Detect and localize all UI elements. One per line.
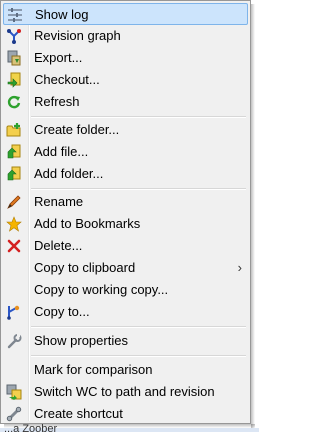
menu-item-delete[interactable]: Delete...	[3, 235, 248, 257]
revision-graph-icon	[5, 27, 23, 45]
menu-item-label: Checkout...	[34, 72, 100, 87]
menu-item-add-folder[interactable]: Add folder...	[3, 163, 248, 185]
menu-item-revision-graph[interactable]: Revision graph	[3, 25, 248, 47]
menu-item-label: Add folder...	[34, 166, 104, 181]
menu-item-label: Copy to...	[34, 304, 90, 319]
refresh-icon	[5, 93, 23, 111]
menu-item-label: Refresh	[34, 94, 80, 109]
menu-item-checkout[interactable]: Checkout...	[3, 69, 248, 91]
menu-item-export[interactable]: Export...	[3, 47, 248, 69]
menu-separator	[31, 326, 246, 328]
background-window-text: ...a Zoober	[4, 424, 58, 432]
copy-to-icon	[5, 303, 23, 321]
menu-item-copy-to-clipboard[interactable]: Copy to clipboard ›	[3, 257, 248, 279]
menu-item-label: Mark for comparison	[34, 362, 153, 377]
rename-icon	[5, 193, 23, 211]
menu-item-label: Add file...	[34, 144, 89, 159]
menu-item-copy-to[interactable]: Copy to...	[3, 301, 248, 323]
menu-shadow-right	[251, 4, 255, 428]
checkout-icon	[5, 71, 23, 89]
menu-item-copy-to-working-copy[interactable]: Copy to working copy...	[3, 279, 248, 301]
menu-item-create-shortcut[interactable]: Create shortcut	[3, 403, 248, 425]
add-file-icon	[5, 143, 23, 161]
menu-item-refresh[interactable]: Refresh	[3, 91, 248, 113]
menu-item-label: Rename	[34, 194, 84, 209]
menu-item-label: Create shortcut	[34, 406, 123, 421]
menu-item-show-properties[interactable]: Show properties	[3, 330, 248, 352]
menu-item-label: Show properties	[34, 333, 128, 348]
menu-item-label: Revision graph	[34, 28, 121, 43]
menu-item-mark-for-comparison[interactable]: Mark for comparison	[3, 359, 248, 381]
switch-icon	[5, 383, 23, 401]
menu-item-add-to-bookmarks[interactable]: Add to Bookmarks	[3, 213, 248, 235]
properties-wrench-icon	[5, 332, 23, 350]
show-log-icon	[6, 6, 24, 24]
delete-icon	[5, 237, 23, 255]
submenu-arrow-icon: ›	[237, 260, 242, 275]
context-menu: Show log Revision graph Export... Checko…	[0, 0, 251, 424]
menu-item-label: Add to Bookmarks	[34, 216, 141, 231]
menu-item-rename[interactable]: Rename	[3, 191, 248, 213]
menu-item-label: Show log	[35, 7, 89, 22]
menu-separator	[31, 355, 246, 357]
bookmark-star-icon	[5, 215, 23, 233]
menu-item-label: Copy to clipboard	[34, 260, 136, 275]
menu-item-label: Copy to working copy...	[34, 282, 169, 297]
menu-item-label: Delete...	[34, 238, 83, 253]
menu-item-label: Switch WC to path and revision	[34, 384, 215, 399]
export-icon	[5, 49, 23, 67]
shortcut-icon	[5, 405, 23, 423]
menu-item-add-file[interactable]: Add file...	[3, 141, 248, 163]
menu-separator	[31, 116, 246, 118]
menu-separator	[31, 188, 246, 190]
create-folder-icon	[5, 121, 23, 139]
menu-item-switch-wc[interactable]: Switch WC to path and revision	[3, 381, 248, 403]
add-folder-icon	[5, 165, 23, 183]
menu-item-label: Export...	[34, 50, 83, 65]
menu-item-label: Create folder...	[34, 122, 120, 137]
menu-item-create-folder[interactable]: Create folder...	[3, 119, 248, 141]
menu-item-show-log[interactable]: Show log	[3, 3, 248, 25]
